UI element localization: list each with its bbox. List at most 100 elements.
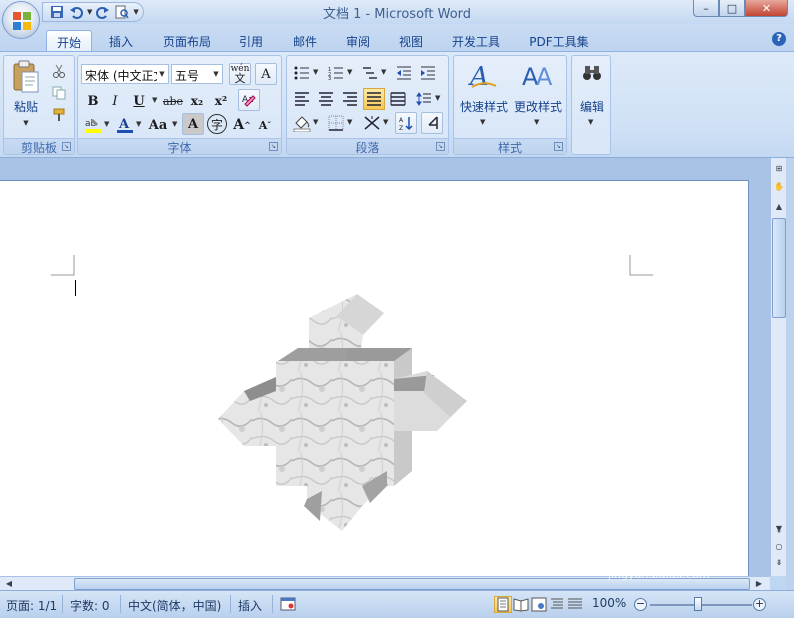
- line-spacing-dropdown-icon[interactable]: ▼: [435, 94, 440, 102]
- align-center-icon[interactable]: [315, 88, 337, 110]
- clipboard-launcher-icon[interactable]: ↘: [62, 142, 71, 151]
- change-styles-icon[interactable]: A A: [522, 60, 554, 90]
- italic-button[interactable]: I: [104, 90, 126, 112]
- decrease-indent-icon[interactable]: [393, 62, 415, 84]
- ruler-toggle-icon[interactable]: ⊞: [772, 162, 786, 176]
- superscript-button[interactable]: x²: [210, 90, 232, 112]
- zoom-slider-thumb[interactable]: [694, 597, 702, 611]
- align-right-icon[interactable]: [339, 88, 361, 110]
- vertical-scroll-thumb[interactable]: [772, 218, 786, 318]
- cut-icon[interactable]: [48, 60, 70, 82]
- language-indicator[interactable]: 中文(简体，中国): [128, 597, 221, 614]
- scroll-right-icon[interactable]: ▶: [752, 577, 766, 591]
- bullets-icon[interactable]: [291, 62, 313, 84]
- paste-icon[interactable]: [12, 60, 40, 94]
- undo-dropdown-icon[interactable]: ▼: [87, 8, 92, 16]
- editing-dropdown-icon[interactable]: ▼: [588, 118, 593, 126]
- show-marks-icon[interactable]: [421, 112, 443, 134]
- close-button[interactable]: ✕: [745, 0, 788, 17]
- quick-styles-icon[interactable]: A: [468, 60, 498, 90]
- customize-qat-icon[interactable]: ▼: [133, 8, 138, 16]
- insert-mode-indicator[interactable]: 插入: [238, 597, 262, 614]
- text-direction-icon[interactable]: [361, 112, 383, 134]
- multilevel-list-icon[interactable]: [359, 62, 381, 84]
- justify-icon[interactable]: [363, 88, 385, 110]
- scroll-left-icon[interactable]: ◀: [2, 577, 16, 591]
- zoom-in-icon[interactable]: +: [753, 598, 766, 611]
- tab-mailings[interactable]: 邮件: [284, 30, 326, 52]
- save-icon[interactable]: [49, 4, 65, 20]
- web-layout-icon[interactable]: [530, 596, 548, 613]
- office-button[interactable]: [2, 1, 40, 39]
- full-screen-reading-icon[interactable]: [512, 596, 530, 613]
- multilevel-dropdown-icon[interactable]: ▼: [381, 68, 386, 76]
- highlight-color-icon[interactable]: ab: [82, 114, 104, 136]
- underline-dropdown-icon[interactable]: ▼: [152, 96, 157, 104]
- shading-dropdown-icon[interactable]: ▼: [313, 118, 318, 126]
- text-direction-dropdown-icon[interactable]: ▼: [383, 118, 388, 126]
- vertical-scrollbar[interactable]: ⊞ ✋ ▲ ▼ ⇞ ○ ⇟: [770, 158, 786, 576]
- clear-formatting-icon[interactable]: Aa: [238, 89, 260, 111]
- font-launcher-icon[interactable]: ↘: [269, 142, 278, 151]
- strikethrough-button[interactable]: abe: [162, 90, 184, 112]
- print-layout-view-icon[interactable]: [494, 596, 512, 613]
- enclose-chars-button[interactable]: 字: [207, 114, 227, 134]
- paragraph-launcher-icon[interactable]: ↘: [436, 142, 445, 151]
- change-styles-button[interactable]: 更改样式: [510, 98, 566, 115]
- grow-font-button[interactable]: A ^: [231, 114, 253, 136]
- tab-insert[interactable]: 插入: [100, 30, 142, 52]
- tab-developer[interactable]: 开发工具: [440, 30, 512, 52]
- font-color-icon[interactable]: A: [114, 114, 136, 136]
- change-styles-dropdown-icon[interactable]: ▼: [534, 118, 539, 126]
- word-count[interactable]: 字数: 0: [70, 597, 110, 614]
- bullets-dropdown-icon[interactable]: ▼: [313, 68, 318, 76]
- paste-button[interactable]: 粘贴: [10, 98, 42, 115]
- help-icon[interactable]: ?: [772, 32, 786, 46]
- binoculars-icon[interactable]: [582, 64, 602, 82]
- subscript-button[interactable]: x₂: [186, 90, 208, 112]
- numbering-icon[interactable]: 123: [325, 62, 347, 84]
- marble-shape-image[interactable]: [212, 291, 474, 551]
- change-case-button[interactable]: Aa: [144, 114, 172, 136]
- format-painter-icon[interactable]: [48, 104, 70, 126]
- zoom-level[interactable]: 100%: [592, 596, 626, 610]
- char-border-button[interactable]: A: [255, 63, 277, 85]
- change-case-dropdown-icon[interactable]: ▼: [172, 120, 177, 128]
- bold-button[interactable]: B: [82, 90, 104, 112]
- styles-launcher-icon[interactable]: ↘: [554, 142, 563, 151]
- distributed-icon[interactable]: [387, 88, 409, 110]
- underline-button[interactable]: U: [128, 90, 150, 112]
- tab-pdf-tools[interactable]: PDF工具集: [522, 30, 596, 52]
- zoom-out-icon[interactable]: −: [634, 598, 647, 611]
- numbering-dropdown-icon[interactable]: ▼: [347, 68, 352, 76]
- quick-styles-dropdown-icon[interactable]: ▼: [480, 118, 485, 126]
- shading-icon[interactable]: [291, 112, 313, 134]
- redo-icon[interactable]: [95, 4, 111, 20]
- undo-icon[interactable]: [68, 4, 84, 20]
- tab-review[interactable]: 审阅: [337, 30, 379, 52]
- align-left-icon[interactable]: [291, 88, 313, 110]
- font-name-select[interactable]: 宋体 (中文正文) ▼: [81, 64, 169, 84]
- minimize-button[interactable]: –: [693, 0, 719, 17]
- increase-indent-icon[interactable]: [417, 62, 439, 84]
- macro-record-icon[interactable]: [280, 597, 296, 611]
- draft-view-icon[interactable]: [566, 596, 584, 613]
- shrink-font-button[interactable]: Aˇ: [254, 114, 276, 136]
- sort-icon[interactable]: AZ: [395, 112, 417, 134]
- char-shading-button[interactable]: A: [182, 113, 204, 135]
- quick-styles-button[interactable]: 快速样式: [456, 98, 512, 115]
- font-size-select[interactable]: 五号 ▼: [171, 64, 223, 84]
- tab-page-layout[interactable]: 页面布局: [152, 30, 222, 52]
- line-spacing-icon[interactable]: [413, 88, 435, 110]
- scroll-up-icon[interactable]: ▲: [772, 200, 786, 214]
- copy-icon[interactable]: [48, 82, 70, 104]
- hand-icon[interactable]: ✋: [772, 180, 786, 194]
- highlight-dropdown-icon[interactable]: ▼: [104, 120, 109, 128]
- next-page-icon[interactable]: ⇟: [772, 556, 786, 570]
- page-count[interactable]: 页面: 1/1: [6, 597, 57, 614]
- paste-dropdown-icon[interactable]: ▼: [10, 114, 42, 128]
- tab-view[interactable]: 视图: [390, 30, 432, 52]
- outline-view-icon[interactable]: [548, 596, 566, 613]
- previous-page-icon[interactable]: ⇞: [772, 524, 786, 538]
- editing-button[interactable]: 编辑: [572, 98, 612, 115]
